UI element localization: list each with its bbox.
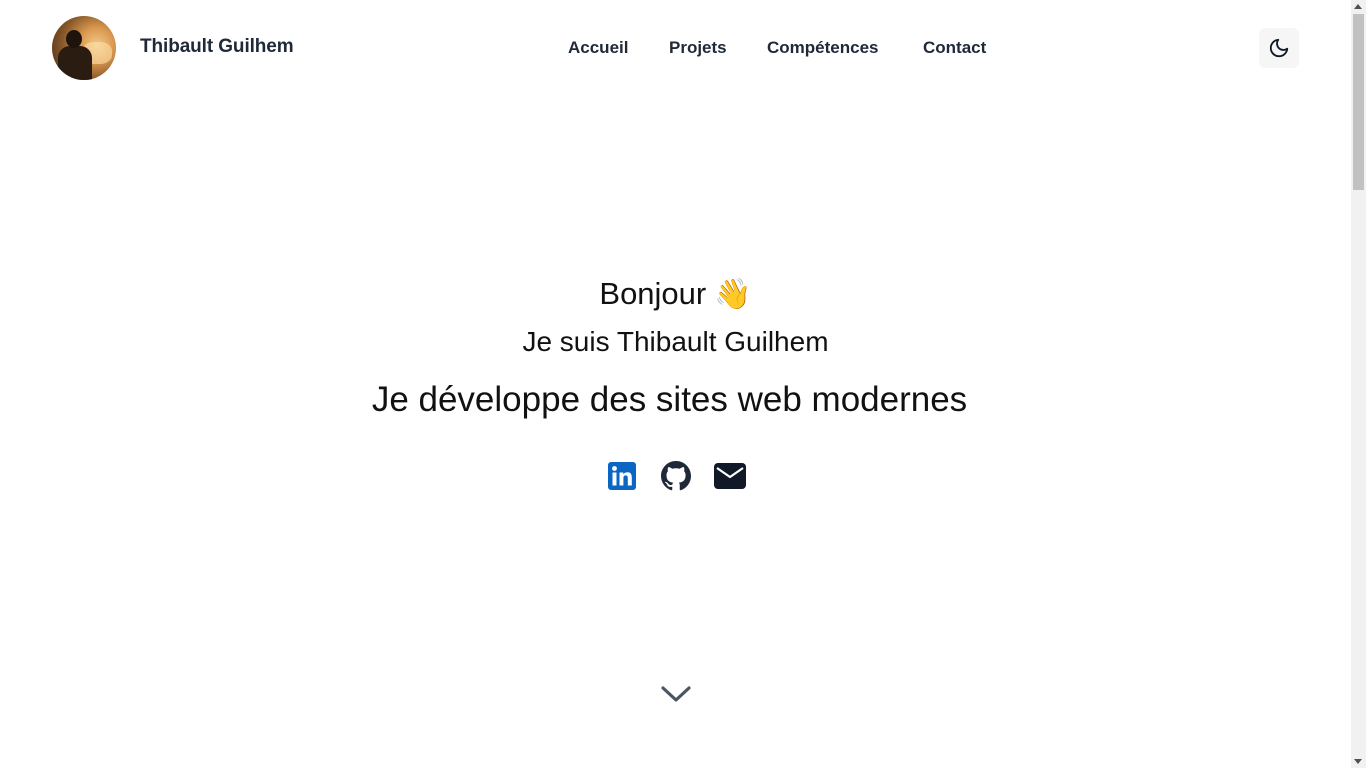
mail-icon — [714, 463, 746, 489]
email-link[interactable] — [714, 460, 746, 492]
page: Thibault Guilhem Accueil Projets Compéte… — [0, 0, 1351, 768]
nav-item-contact[interactable]: Contact — [923, 38, 986, 58]
github-link[interactable] — [660, 460, 692, 492]
site-header: Thibault Guilhem Accueil Projets Compéte… — [0, 0, 1351, 96]
scroll-up-arrow-icon[interactable] — [1354, 4, 1362, 9]
hero-tagline: Je développe des sites web modernes — [371, 380, 968, 419]
scroll-down-button[interactable] — [660, 680, 692, 706]
theme-toggle-button[interactable] — [1259, 28, 1299, 68]
scrollbar-thumb[interactable] — [1353, 14, 1364, 190]
main-nav: Accueil Projets Compétences Contact — [0, 38, 1351, 62]
linkedin-link[interactable] — [606, 460, 638, 492]
chevron-down-icon — [661, 686, 691, 702]
scroll-down-arrow-icon[interactable] — [1354, 759, 1362, 764]
moon-icon — [1269, 38, 1289, 58]
greeting-text: Bonjour — [599, 276, 707, 311]
hero-greeting: Bonjour 👋 — [0, 276, 1351, 312]
github-icon — [661, 461, 691, 491]
social-links — [0, 460, 1351, 494]
nav-item-competences[interactable]: Compétences — [767, 38, 878, 58]
linkedin-icon — [608, 462, 636, 490]
nav-item-accueil[interactable]: Accueil — [568, 38, 628, 58]
vertical-scrollbar[interactable] — [1351, 0, 1366, 768]
waving-hand-icon: 👋 — [714, 278, 752, 311]
hero-intro: Je suis Thibault Guilhem — [522, 326, 829, 357]
nav-item-projets[interactable]: Projets — [669, 38, 727, 58]
